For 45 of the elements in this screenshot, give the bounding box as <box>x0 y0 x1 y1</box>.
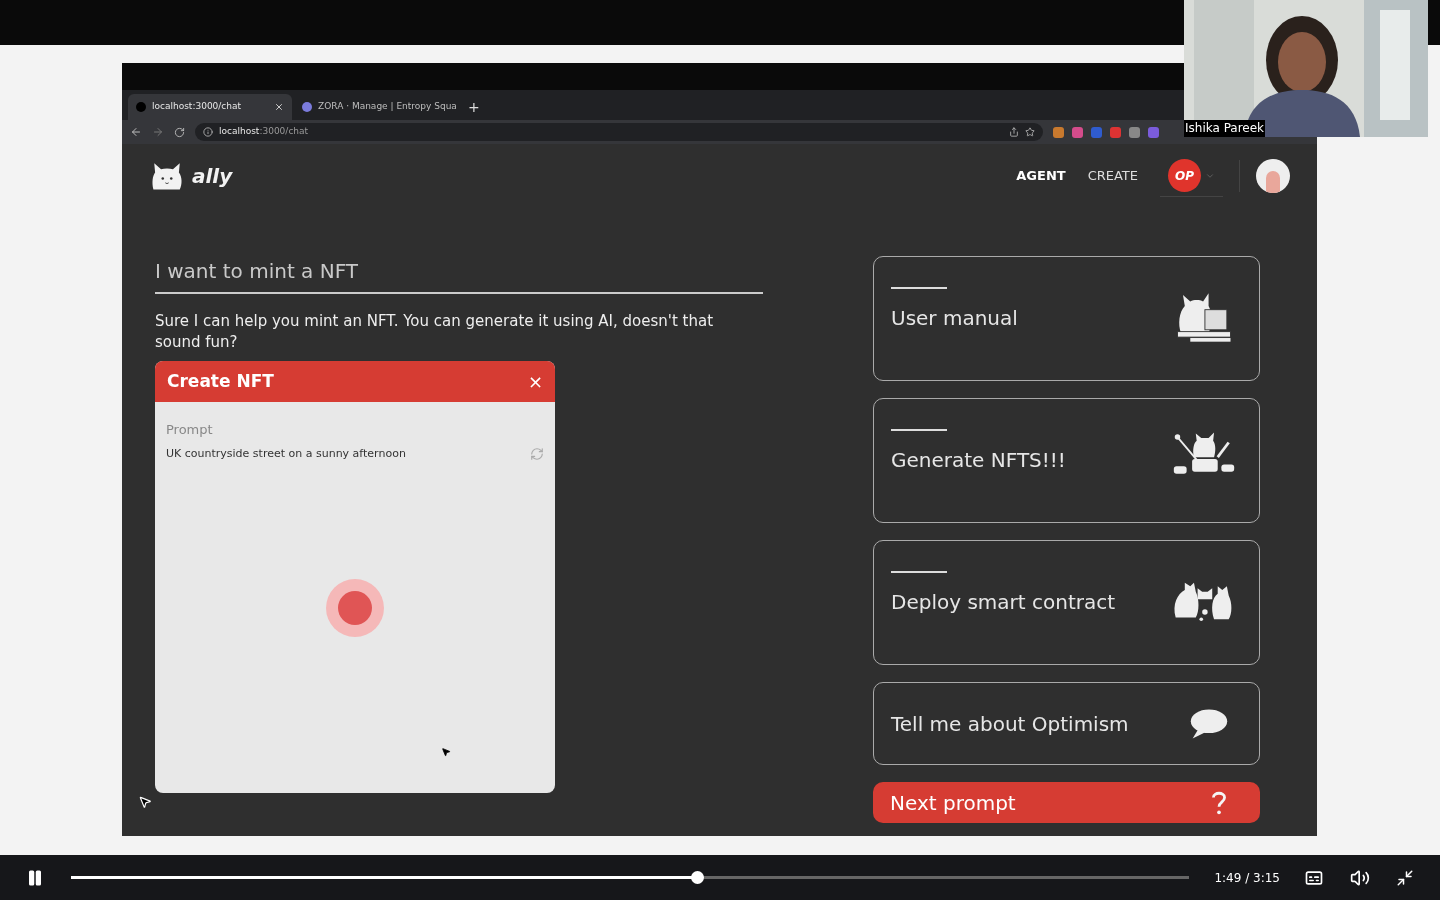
user-avatar[interactable] <box>1256 159 1290 193</box>
question-mark-icon <box>1209 789 1229 816</box>
reload-icon[interactable] <box>174 126 185 138</box>
nav-link[interactable]: CREATE <box>1087 166 1138 186</box>
suggestion-card[interactable]: User manual <box>873 256 1260 381</box>
progress-thumb[interactable] <box>691 871 705 884</box>
share-icon[interactable] <box>1009 127 1019 137</box>
time-display: 1:49 / 3:15 <box>1214 869 1280 887</box>
close-icon[interactable] <box>274 102 284 112</box>
suggestion-card[interactable]: Tell me about Optimism <box>873 682 1260 765</box>
tab-favicon-icon <box>136 102 146 112</box>
participant-name: Ishika Pareek <box>1184 120 1266 137</box>
info-icon <box>203 127 213 137</box>
pause-button[interactable] <box>26 868 44 887</box>
next-prompt-button[interactable]: Next prompt <box>873 782 1260 823</box>
exit-fullscreen-icon[interactable] <box>1396 868 1414 887</box>
extension-icon[interactable] <box>1110 126 1121 138</box>
close-button[interactable]: × <box>527 368 543 395</box>
extension-icon[interactable] <box>1148 126 1159 138</box>
network-selector[interactable]: OP <box>1160 155 1223 197</box>
prompt-label: Prompt <box>166 421 214 439</box>
tab-title: ZORA · Manage | Entropy Squa <box>318 100 457 114</box>
suggestion-card[interactable]: Generate NFTS!!! <box>873 398 1260 523</box>
extension-icon[interactable] <box>1053 126 1064 138</box>
bookmark-star-icon[interactable] <box>1025 127 1035 137</box>
browser-tab[interactable]: localhost:3000/chat <box>128 94 292 120</box>
speech-bubble-icon <box>1189 706 1229 741</box>
new-tab-button[interactable]: + <box>460 94 488 120</box>
address-bar[interactable]: localhost:3000/chat <box>195 123 1043 141</box>
mouse-cursor-icon <box>138 794 152 810</box>
cat-logo-icon <box>150 160 184 192</box>
suggestion-card[interactable]: Deploy smart contract <box>873 540 1260 665</box>
query-text: I want to mint a NFT <box>155 256 763 294</box>
app-logo[interactable]: ally <box>192 161 233 191</box>
nav-link[interactable]: AGENT <box>1016 166 1066 186</box>
tab-favicon-icon <box>302 102 312 112</box>
extension-icon[interactable] <box>1129 126 1140 138</box>
prompt-field[interactable]: UK countryside street on a sunny afternoon <box>166 445 530 462</box>
extension-icon[interactable] <box>1072 126 1083 138</box>
volume-icon[interactable] <box>1350 867 1370 888</box>
dialog-title: Create NFT <box>167 369 275 393</box>
back-icon[interactable] <box>130 126 142 138</box>
reply-text: Sure I can help you mint an NFT. You can generate it using AI, doesn't that sound fun? <box>155 311 715 353</box>
mouse-cursor-icon <box>441 747 451 757</box>
tab-title: localhost:3000/chat <box>152 100 243 114</box>
